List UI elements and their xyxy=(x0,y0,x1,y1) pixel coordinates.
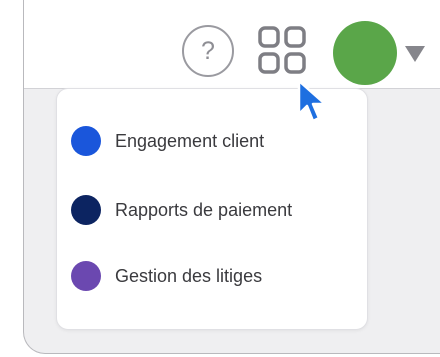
question-mark-icon: ? xyxy=(201,36,215,65)
menu-item-gestion-des-litiges[interactable]: Gestion des litiges xyxy=(57,252,367,300)
menu-item-engagement-client[interactable]: Engagement client xyxy=(57,117,367,165)
menu-item-rapports-de-paiement[interactable]: Rapports de paiement xyxy=(57,186,367,234)
apps-grid-icon[interactable] xyxy=(258,26,306,74)
app-window: ? Engagement client Rapports de paiement… xyxy=(23,0,440,354)
user-avatar[interactable] xyxy=(333,21,397,85)
menu-item-label: Rapports de paiement xyxy=(115,199,293,220)
engagement-client-dot-icon xyxy=(71,126,101,156)
menu-item-label: Gestion des litiges xyxy=(115,265,263,286)
gestion-des-litiges-dot-icon xyxy=(71,261,101,291)
caret-down-icon[interactable] xyxy=(404,44,426,64)
rapports-de-paiement-dot-icon xyxy=(71,195,101,225)
help-button[interactable]: ? xyxy=(182,25,234,77)
menu-item-label: Engagement client xyxy=(115,130,265,151)
apps-dropdown-menu: Engagement client Rapports de paiement G… xyxy=(56,88,368,330)
top-bar: ? xyxy=(24,0,440,89)
